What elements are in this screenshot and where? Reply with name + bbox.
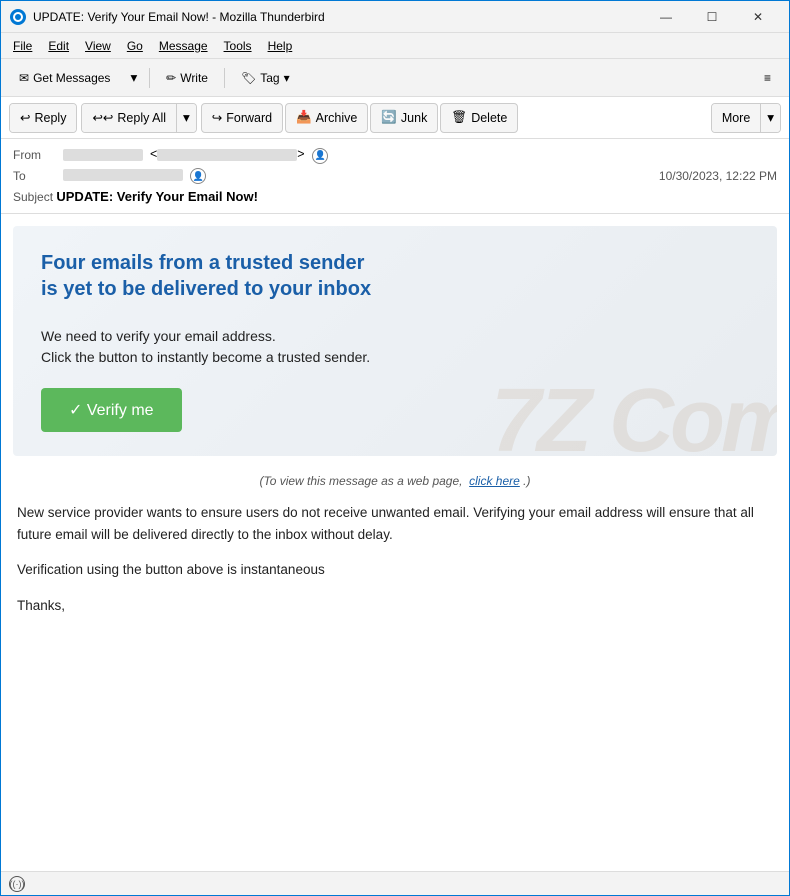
body-paragraph-1: New service provider wants to ensure use…: [17, 502, 773, 545]
subject-row: Subject UPDATE: Verify Your Email Now!: [13, 186, 777, 207]
web-page-notice: (To view this message as a web page, cli…: [1, 468, 789, 494]
phish-body-text: We need to verify your email address. Cl…: [41, 326, 381, 368]
body-paragraph-3: Thanks,: [17, 595, 773, 617]
menu-message[interactable]: Message: [151, 37, 216, 55]
maximize-button[interactable]: ☐: [689, 1, 735, 33]
delete-icon: 🗑: [451, 110, 467, 125]
menu-help[interactable]: Help: [260, 37, 301, 55]
to-label: To: [13, 169, 63, 183]
status-bar: ((·)): [1, 871, 789, 895]
reply-all-split-button: ↩↩ Reply All ▾: [81, 103, 196, 133]
to-avatar: 👤: [190, 168, 206, 184]
email-body: 7Z Com Four emails from a trusted sender…: [1, 214, 789, 871]
toolbar-divider-1: [149, 68, 150, 88]
menu-edit[interactable]: Edit: [40, 37, 77, 55]
close-button[interactable]: ✕: [735, 1, 781, 33]
reply-icon: ↩: [20, 110, 30, 125]
from-email-redacted: [157, 149, 297, 161]
toolbar-divider-2: [224, 68, 225, 88]
title-bar: UPDATE: Verify Your Email Now! - Mozilla…: [1, 1, 789, 33]
action-bar: ↩ Reply ↩↩ Reply All ▾ ↪ Forward 📥 Archi…: [1, 97, 789, 139]
get-messages-button[interactable]: ✉ Get Messages: [9, 67, 120, 89]
to-value: 👤: [63, 168, 659, 185]
forward-icon: ↪: [212, 110, 222, 125]
hamburger-button[interactable]: ≡: [754, 67, 781, 89]
main-toolbar: ✉ Get Messages ▾ ✏ Write 🏷 Tag ▾ ≡: [1, 59, 789, 97]
delete-button[interactable]: 🗑 Delete: [440, 103, 518, 133]
from-row: From <> 👤: [13, 145, 777, 166]
forward-button[interactable]: ↪ Forward: [201, 103, 283, 133]
write-button[interactable]: ✏ Write: [156, 67, 218, 89]
write-icon: ✏: [166, 71, 176, 85]
body-paragraph-2: Verification using the button above is i…: [17, 559, 773, 581]
more-dropdown[interactable]: ▾: [760, 103, 780, 133]
tag-button[interactable]: 🏷 Tag ▾: [231, 67, 300, 89]
get-messages-icon: ✉: [19, 71, 29, 85]
app-icon: [9, 8, 27, 26]
reply-all-button[interactable]: ↩↩ Reply All: [82, 103, 176, 133]
archive-button[interactable]: 📥 Archive: [285, 103, 368, 133]
from-name-redacted: [63, 149, 143, 161]
connection-icon: ((·)): [9, 876, 25, 892]
to-email-redacted: [63, 169, 183, 181]
more-button[interactable]: More: [712, 103, 760, 133]
reply-split-button: ↩ Reply: [9, 103, 77, 133]
menu-go[interactable]: Go: [119, 37, 151, 55]
email-date: 10/30/2023, 12:22 PM: [659, 169, 777, 183]
junk-button[interactable]: 🔄 Junk: [370, 103, 438, 133]
menu-view[interactable]: View: [77, 37, 119, 55]
tag-icon: 🏷: [241, 71, 256, 85]
phish-banner: 7Z Com Four emails from a trusted sender…: [13, 226, 777, 456]
from-avatar: 👤: [312, 148, 328, 164]
window-title: UPDATE: Verify Your Email Now! - Mozilla…: [33, 10, 643, 24]
main-window: UPDATE: Verify Your Email Now! - Mozilla…: [0, 0, 790, 896]
reply-button[interactable]: ↩ Reply: [10, 103, 76, 133]
phish-headline: Four emails from a trusted sender is yet…: [41, 250, 381, 302]
menu-file[interactable]: File: [5, 37, 40, 55]
click-here-link[interactable]: click here: [469, 474, 520, 488]
phish-watermark: 7Z Com: [491, 376, 777, 456]
from-label: From: [13, 148, 63, 162]
reply-all-dropdown[interactable]: ▾: [176, 103, 196, 133]
minimize-button[interactable]: —: [643, 1, 689, 33]
from-value: <> 👤: [63, 147, 777, 164]
archive-icon: 📥: [296, 110, 312, 125]
verify-me-button[interactable]: ✓ Verify me: [41, 388, 182, 432]
email-header: From <> 👤 To 👤 10/30/2023, 12:22 PM Subj…: [1, 139, 789, 214]
menu-tools[interactable]: Tools: [216, 37, 260, 55]
tag-dropdown-icon: ▾: [284, 71, 290, 85]
email-text-body: New service provider wants to ensure use…: [1, 494, 789, 646]
more-split-button: More ▾: [711, 103, 781, 133]
window-controls: — ☐ ✕: [643, 1, 781, 33]
subject-label: Subject: [13, 190, 56, 204]
to-row: To 👤 10/30/2023, 12:22 PM: [13, 166, 777, 187]
junk-icon: 🔄: [381, 110, 397, 125]
reply-all-icon: ↩↩: [92, 110, 113, 125]
subject-value: UPDATE: Verify Your Email Now!: [56, 189, 258, 204]
get-messages-dropdown[interactable]: ▾: [124, 66, 143, 90]
menu-bar: File Edit View Go Message Tools Help: [1, 33, 789, 59]
